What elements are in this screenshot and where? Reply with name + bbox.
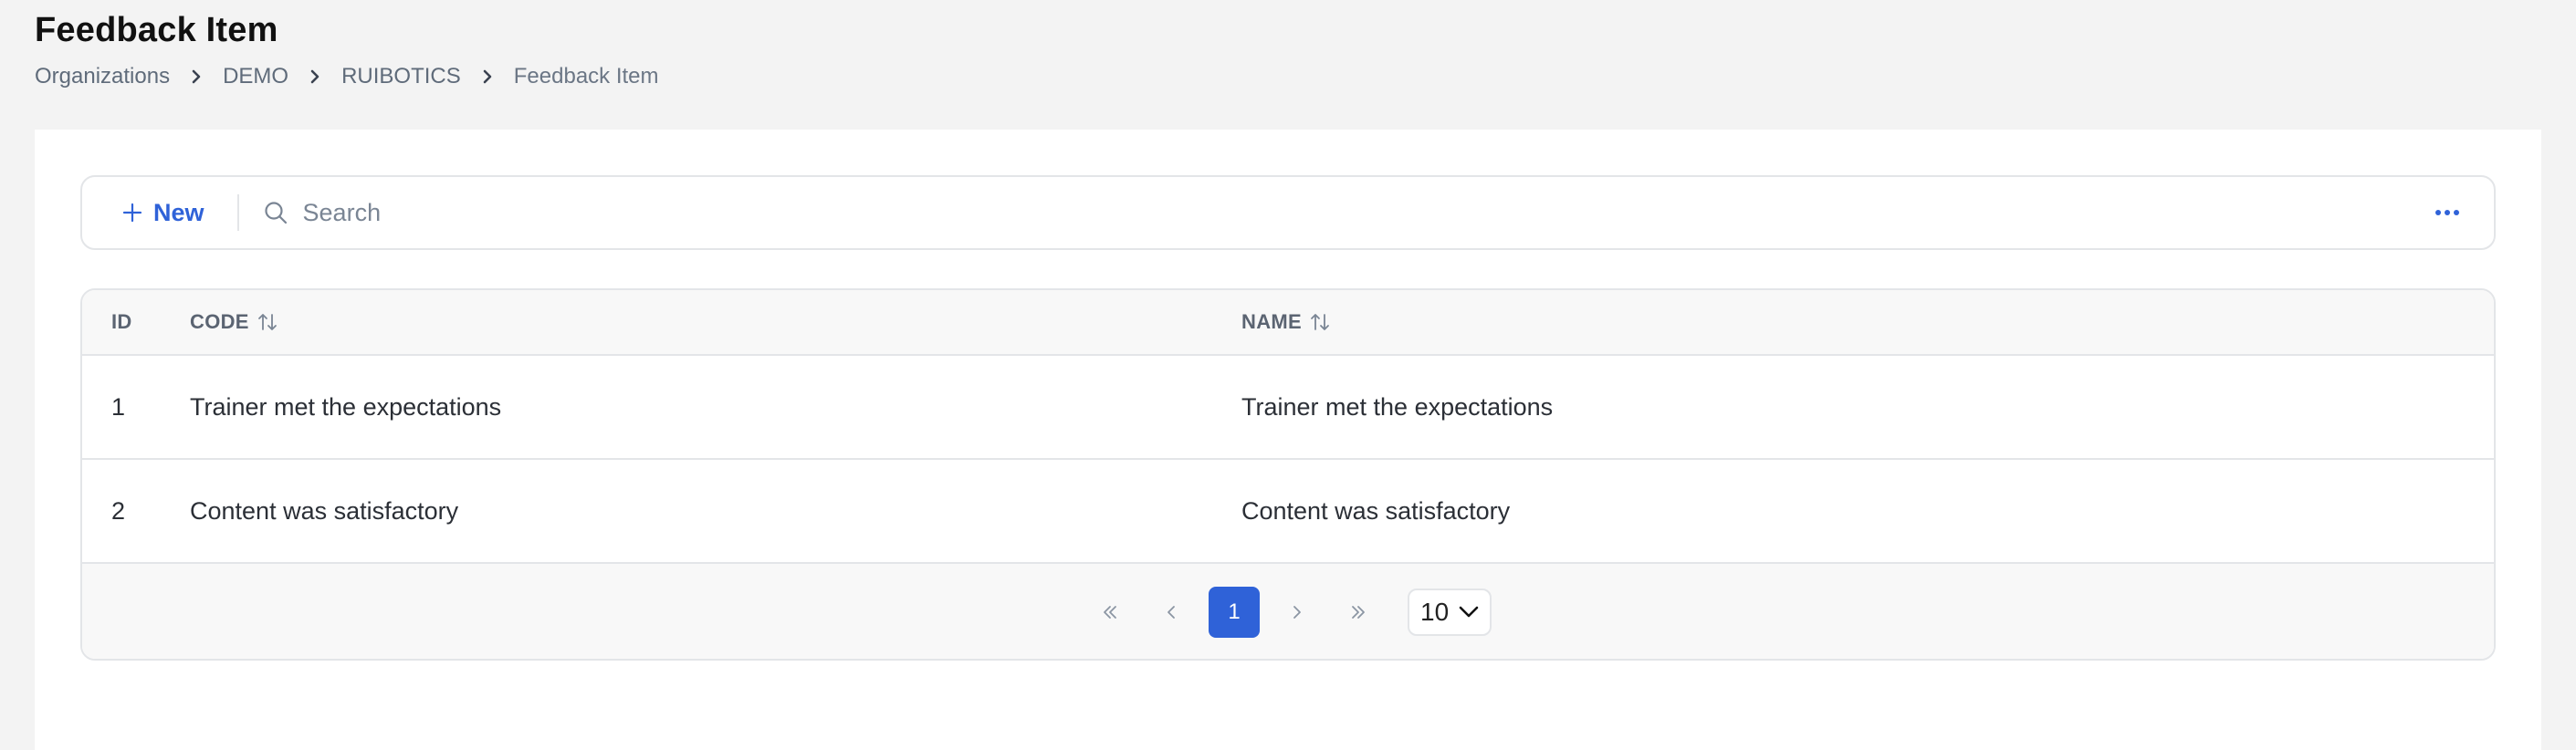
chevron-down-icon: [1459, 606, 1479, 618]
table-header: ID CODE NAME: [82, 290, 2494, 356]
breadcrumb-demo[interactable]: DEMO: [223, 64, 288, 89]
column-header-id: ID: [111, 290, 132, 354]
cell-name: Trainer met the expectations: [1241, 392, 1554, 421]
prev-page-button[interactable]: [1147, 587, 1198, 638]
chevrons-left-icon: [1104, 606, 1116, 619]
page-size-value: 10: [1420, 598, 1450, 626]
breadcrumb-organizations[interactable]: Organizations: [35, 64, 170, 89]
chevron-right-icon: [1293, 606, 1301, 619]
content-card: New ID CODE: [35, 130, 2541, 750]
new-button-label: New: [153, 198, 204, 226]
paginator: 1 10: [82, 564, 2494, 659]
chevron-right-icon: [190, 69, 203, 84]
cell-code: Content was satisfactory: [190, 496, 459, 525]
last-page-button[interactable]: [1333, 587, 1384, 638]
page-button-current[interactable]: 1: [1209, 587, 1260, 638]
search-input[interactable]: [300, 197, 853, 228]
sort-icon: [1311, 314, 1329, 330]
breadcrumb-ruibotics[interactable]: RUIBOTICS: [341, 64, 461, 89]
column-header-name-label: NAME: [1241, 310, 1302, 333]
more-options-button[interactable]: [2434, 208, 2461, 217]
column-header-code-label: CODE: [190, 310, 249, 333]
table-row[interactable]: 2 Content was satisfactory Content was s…: [82, 460, 2494, 564]
breadcrumb-current: Feedback Item: [513, 64, 659, 89]
toolbar: New: [80, 175, 2496, 250]
cell-name: Content was satisfactory: [1241, 496, 1511, 525]
table-row[interactable]: 1 Trainer met the expectations Trainer m…: [82, 356, 2494, 460]
chevron-right-icon: [481, 69, 494, 84]
cell-id: 1: [111, 392, 126, 421]
ellipsis-horizontal-icon: [2435, 210, 2459, 215]
breadcrumb: Organizations DEMO RUIBOTICS Feedback It…: [35, 64, 659, 89]
data-table: ID CODE NAME 1 Trainer met the expectati…: [80, 288, 2496, 661]
chevron-right-icon: [309, 69, 321, 84]
column-header-name[interactable]: NAME: [1241, 290, 1331, 354]
next-page-button[interactable]: [1271, 587, 1322, 638]
cell-id: 2: [111, 496, 126, 525]
sort-icon: [257, 314, 277, 330]
search-box: [263, 197, 2434, 228]
column-header-id-label: ID: [111, 310, 132, 333]
page-title: Feedback Item: [35, 11, 278, 49]
first-page-button[interactable]: [1084, 587, 1136, 638]
plus-icon: [122, 203, 142, 223]
search-icon: [264, 202, 287, 224]
new-button[interactable]: New: [122, 199, 204, 227]
toolbar-divider: [236, 194, 239, 231]
column-header-code[interactable]: CODE: [190, 290, 278, 354]
chevron-left-icon: [1168, 606, 1175, 619]
cell-code: Trainer met the expectations: [190, 392, 502, 421]
page-size-select[interactable]: 10: [1408, 589, 1492, 636]
chevrons-right-icon: [1352, 606, 1365, 619]
